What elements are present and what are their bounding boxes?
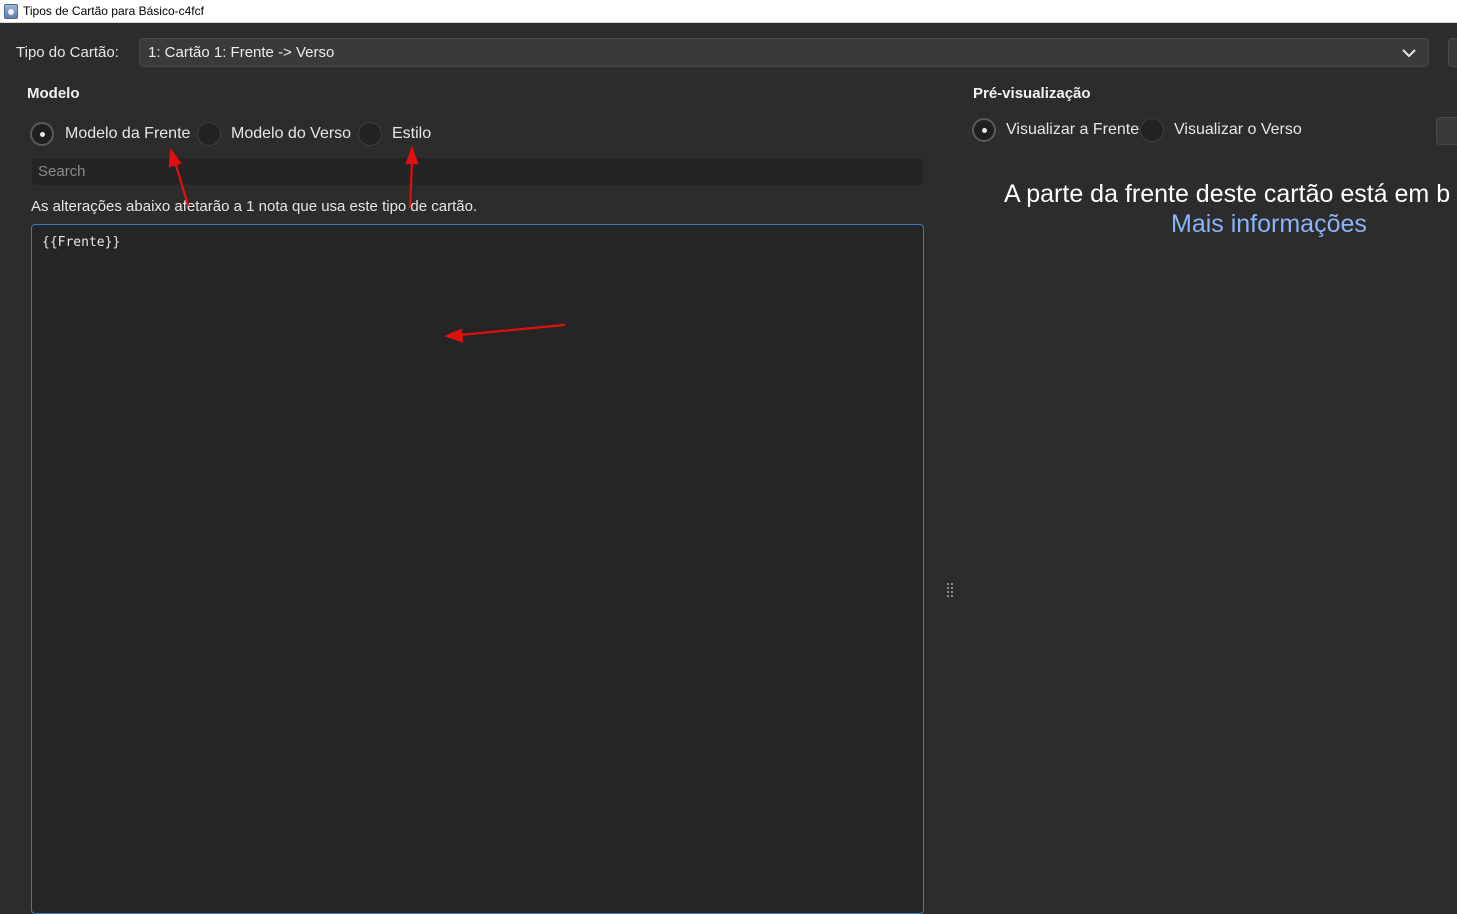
more-info-link[interactable]: Mais informações — [1171, 210, 1367, 239]
window-title: Tipos de Cartão para Básico-c4fcf — [23, 4, 204, 18]
preview-message: A parte da frente deste cartão está em b — [1004, 180, 1451, 208]
app-icon — [4, 4, 18, 19]
template-editor-content: {{Frente}} — [42, 235, 121, 250]
chevron-down-icon — [1402, 49, 1416, 58]
radio-show-back[interactable] — [1140, 118, 1164, 142]
preview-section-title: Pré-visualização — [973, 85, 1091, 102]
back-template-label[interactable]: Modelo do Verso — [231, 125, 351, 143]
options-button[interactable] — [1448, 38, 1457, 67]
preview-options-button[interactable] — [1436, 117, 1457, 145]
card-type-value: 1: Cartão 1: Frente -> Verso — [148, 44, 335, 61]
show-front-label[interactable]: Visualizar a Frente — [1006, 121, 1139, 139]
search-input[interactable] — [32, 158, 923, 185]
show-back-label[interactable]: Visualizar o Verso — [1174, 121, 1302, 139]
radio-front-template[interactable] — [30, 122, 54, 146]
card-type-select[interactable]: 1: Cartão 1: Frente -> Verso — [139, 38, 1429, 67]
card-type-label: Tipo do Cartão: — [16, 44, 119, 61]
splitter-handle[interactable] — [946, 582, 954, 600]
styling-label[interactable]: Estilo — [392, 125, 431, 143]
title-bar: Tipos de Cartão para Básico-c4fcf — [0, 0, 1457, 23]
template-editor[interactable]: {{Frente}} — [31, 224, 924, 914]
radio-show-front[interactable] — [972, 118, 996, 142]
search-field[interactable] — [31, 157, 924, 186]
front-template-label[interactable]: Modelo da Frente — [65, 125, 190, 143]
radio-styling[interactable] — [358, 122, 382, 146]
radio-back-template[interactable] — [197, 122, 221, 146]
template-section-title: Modelo — [27, 85, 80, 102]
affected-notes-info: As alterações abaixo afetarão a 1 nota q… — [31, 198, 478, 215]
